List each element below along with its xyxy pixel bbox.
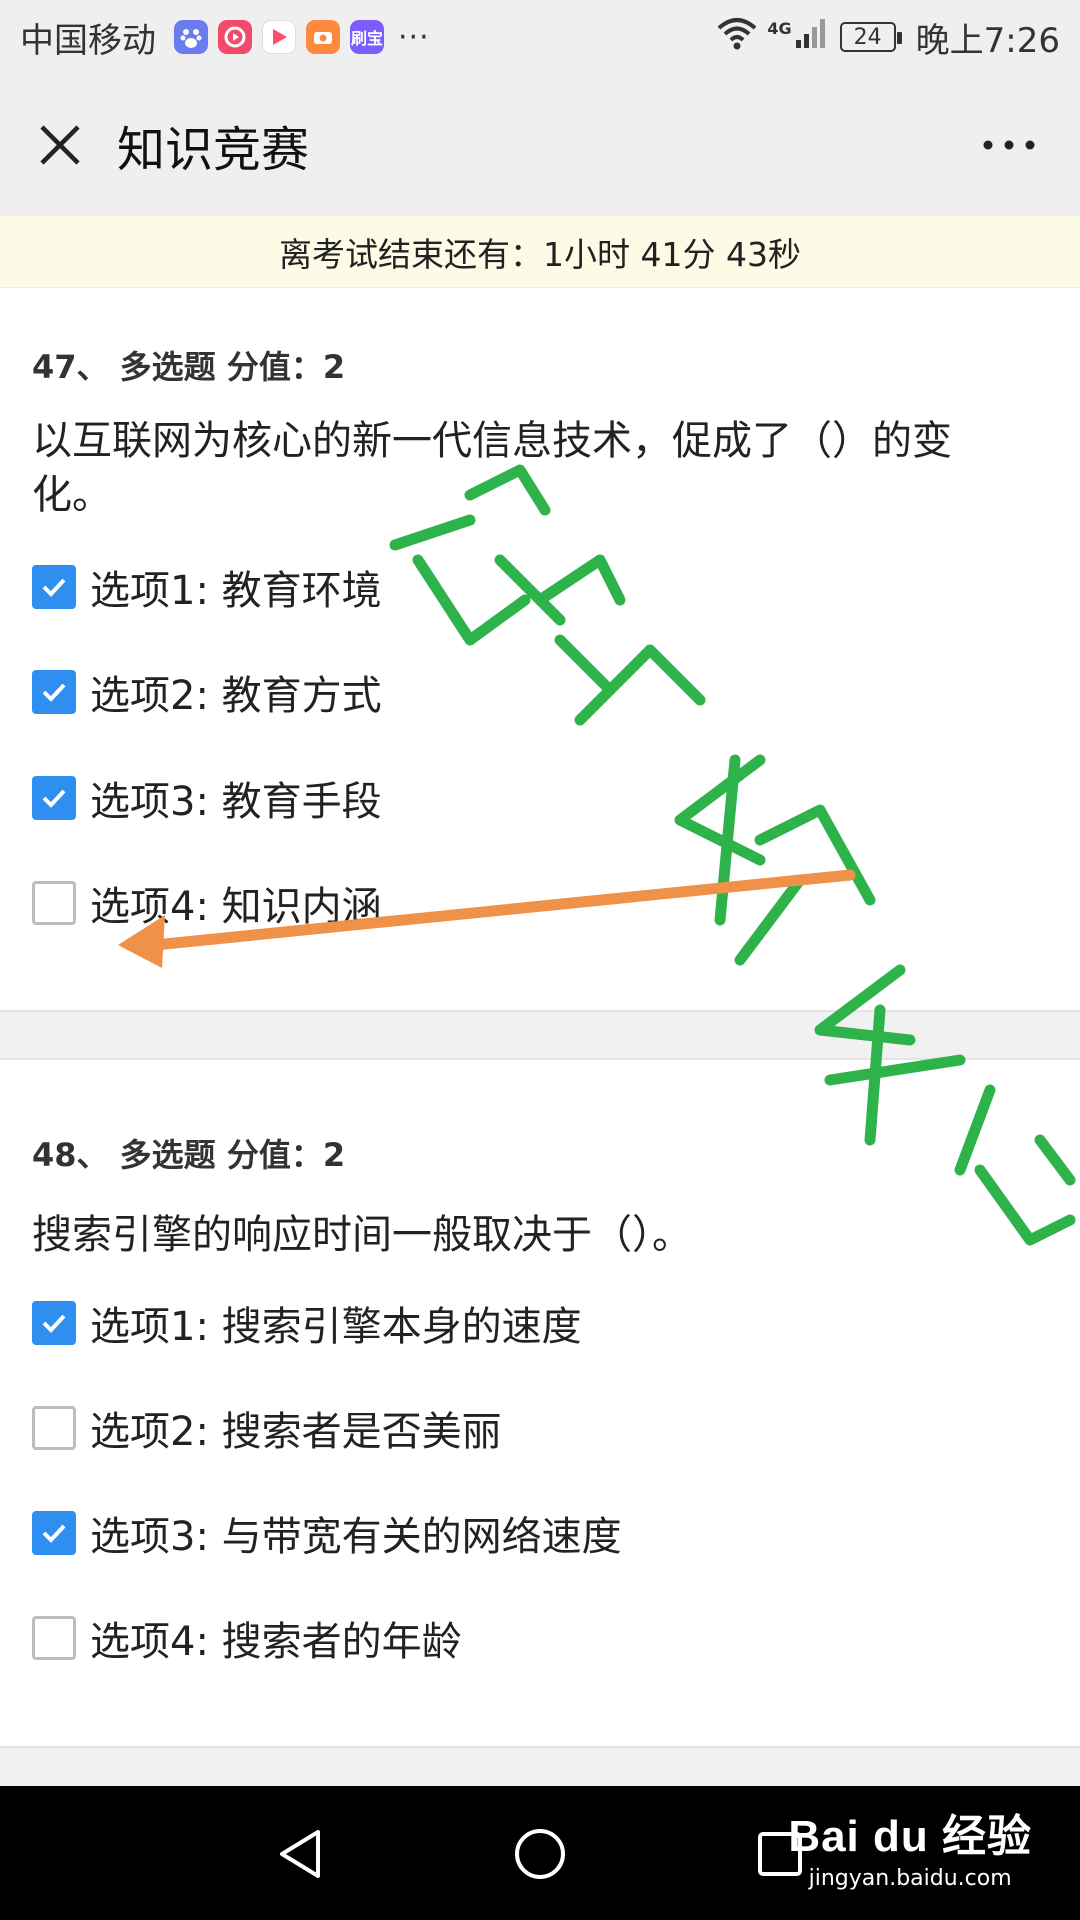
watermark-logo: Bai du 经验	[788, 1812, 1032, 1861]
more-notifications: ···	[398, 19, 430, 55]
question-card: 48、 多选题 分值：2 搜索引擎的响应时间一般取决于（）。 选项1: 搜索引擎…	[0, 1060, 1080, 1746]
option-label: 选项3: 与带宽有关的网络速度	[90, 1514, 622, 1560]
option-item[interactable]: 选项1: 教育环境	[32, 562, 382, 614]
checkbox[interactable]	[32, 670, 76, 714]
question-card: 47、 多选题 分值：2 以互联网为核心的新一代信息技术，促成了（）的变化。 选…	[0, 288, 1080, 1010]
wifi-icon	[717, 16, 757, 59]
status-indicators: 4G 24 晚上7:26	[717, 13, 1060, 62]
option-label: 选项1: 教育环境	[90, 568, 382, 614]
check-icon	[42, 789, 66, 808]
checkbox[interactable]	[32, 776, 76, 820]
checkbox[interactable]	[32, 565, 76, 609]
clock: 晚上7:26	[915, 20, 1060, 61]
baidu-paw-icon	[174, 20, 208, 54]
checkbox[interactable]	[32, 1406, 76, 1450]
carrier-name: 中国移动	[20, 20, 156, 61]
status-bar: 中国移动 刷宝 ··· 4G 24 晚上7:26	[0, 0, 1080, 74]
home-circle-icon	[515, 1829, 565, 1879]
exam-countdown: 离考试结束还有：1小时 41分 43秒	[0, 216, 1080, 288]
network-type: 4G	[767, 18, 792, 38]
checkbox[interactable]	[32, 1301, 76, 1345]
option-item[interactable]: 选项2: 搜索者是否美丽	[32, 1403, 502, 1455]
camera-app-icon	[306, 20, 340, 54]
more-icon	[983, 140, 1035, 150]
navigation-bar: Bai du 经验 jingyan.baidu.com	[0, 1786, 1080, 1920]
shuabao-app-icon: 刷宝	[350, 20, 384, 54]
question-text: 搜索引擎的响应时间一般取决于（）。	[32, 1212, 692, 1258]
option-label: 选项2: 搜索者是否美丽	[90, 1409, 502, 1455]
baidu-jingyan-watermark: Bai du 经验 jingyan.baidu.com	[788, 1800, 1032, 1891]
option-label: 选项3: 教育手段	[90, 779, 382, 825]
home-button[interactable]	[500, 1814, 580, 1894]
play-app-icon	[262, 20, 296, 54]
section-divider	[0, 1746, 1080, 1786]
option-item[interactable]: 选项1: 搜索引擎本身的速度	[32, 1298, 582, 1350]
option-label: 选项4: 知识内涵	[90, 884, 382, 930]
more-button[interactable]	[974, 110, 1044, 180]
option-label: 选项2: 教育方式	[90, 673, 382, 719]
back-button[interactable]	[260, 1814, 340, 1894]
section-divider	[0, 1010, 1080, 1060]
page-title: 知识竞赛	[117, 122, 310, 178]
title-bar: 知识竞赛	[0, 74, 1080, 216]
check-icon	[42, 1314, 66, 1333]
question-header: 48、 多选题 分值：2	[32, 1136, 346, 1174]
close-button[interactable]	[25, 110, 95, 180]
option-label: 选项4: 搜索者的年龄	[90, 1619, 462, 1665]
close-icon	[40, 125, 80, 165]
battery-icon: 24	[839, 22, 902, 52]
back-triangle-icon	[280, 1830, 320, 1878]
option-item[interactable]: 选项4: 搜索者的年龄	[32, 1613, 462, 1665]
watermark-url: jingyan.baidu.com	[808, 1866, 1012, 1891]
option-item[interactable]: 选项2: 教育方式	[32, 667, 382, 719]
option-label: 选项1: 搜索引擎本身的速度	[90, 1304, 582, 1350]
question-text: 以互联网为核心的新一代信息技术，促成了（）的变化。	[32, 418, 952, 518]
checkbox[interactable]	[32, 1616, 76, 1660]
option-item[interactable]: 选项4: 知识内涵	[32, 878, 382, 930]
signal-icon	[794, 16, 828, 59]
question-header: 47、 多选题 分值：2	[32, 348, 346, 386]
check-icon	[42, 1524, 66, 1543]
video-app-icon	[218, 20, 252, 54]
check-icon	[42, 683, 66, 702]
option-item[interactable]: 选项3: 教育手段	[32, 773, 382, 825]
check-icon	[42, 578, 66, 597]
option-item[interactable]: 选项3: 与带宽有关的网络速度	[32, 1508, 622, 1560]
checkbox[interactable]	[32, 1511, 76, 1555]
checkbox[interactable]	[32, 881, 76, 925]
